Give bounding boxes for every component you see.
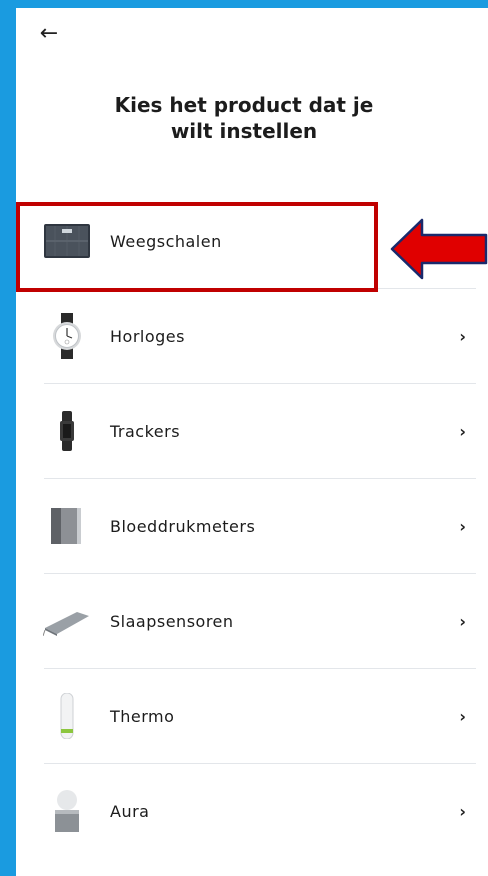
product-item-trackers[interactable]: Trackers ›: [16, 384, 488, 479]
product-list: Weegschalen Horloges › Trackers › Bloedd…: [16, 194, 488, 859]
app-screen: ← Kies het product dat je wilt instellen…: [16, 8, 488, 876]
back-button[interactable]: ←: [36, 22, 62, 46]
product-item-horloges[interactable]: Horloges ›: [16, 289, 488, 384]
product-label: Aura: [110, 802, 150, 821]
chevron-right-icon: ›: [459, 612, 466, 631]
product-item-aura[interactable]: Aura ›: [16, 764, 488, 859]
sleep-sensor-icon: [42, 596, 92, 646]
product-item-slaapsensoren[interactable]: Slaapsensoren ›: [16, 574, 488, 669]
product-label: Slaapsensoren: [110, 612, 234, 631]
chevron-right-icon: ›: [459, 517, 466, 536]
product-item-thermo[interactable]: Thermo ›: [16, 669, 488, 764]
aura-icon: [42, 786, 92, 836]
product-item-bloeddrukmeters[interactable]: Bloeddrukmeters ›: [16, 479, 488, 574]
pointer-arrow-icon: [390, 218, 488, 280]
chevron-right-icon: ›: [459, 707, 466, 726]
highlight-box: [16, 202, 378, 292]
product-label: Trackers: [110, 422, 181, 441]
product-label: Bloeddrukmeters: [110, 517, 256, 536]
page-title: Kies het product dat je wilt instellen: [114, 93, 374, 143]
watch-icon: [42, 311, 92, 361]
chevron-right-icon: ›: [459, 422, 466, 441]
arrow-left-icon: ←: [39, 21, 59, 46]
blood-pressure-monitor-icon: [42, 501, 92, 551]
chevron-right-icon: ›: [459, 327, 466, 346]
product-label: Horloges: [110, 327, 185, 346]
product-label: Thermo: [110, 707, 175, 726]
tracker-icon: [42, 406, 92, 456]
chevron-right-icon: ›: [459, 802, 466, 821]
thermometer-icon: [42, 691, 92, 741]
